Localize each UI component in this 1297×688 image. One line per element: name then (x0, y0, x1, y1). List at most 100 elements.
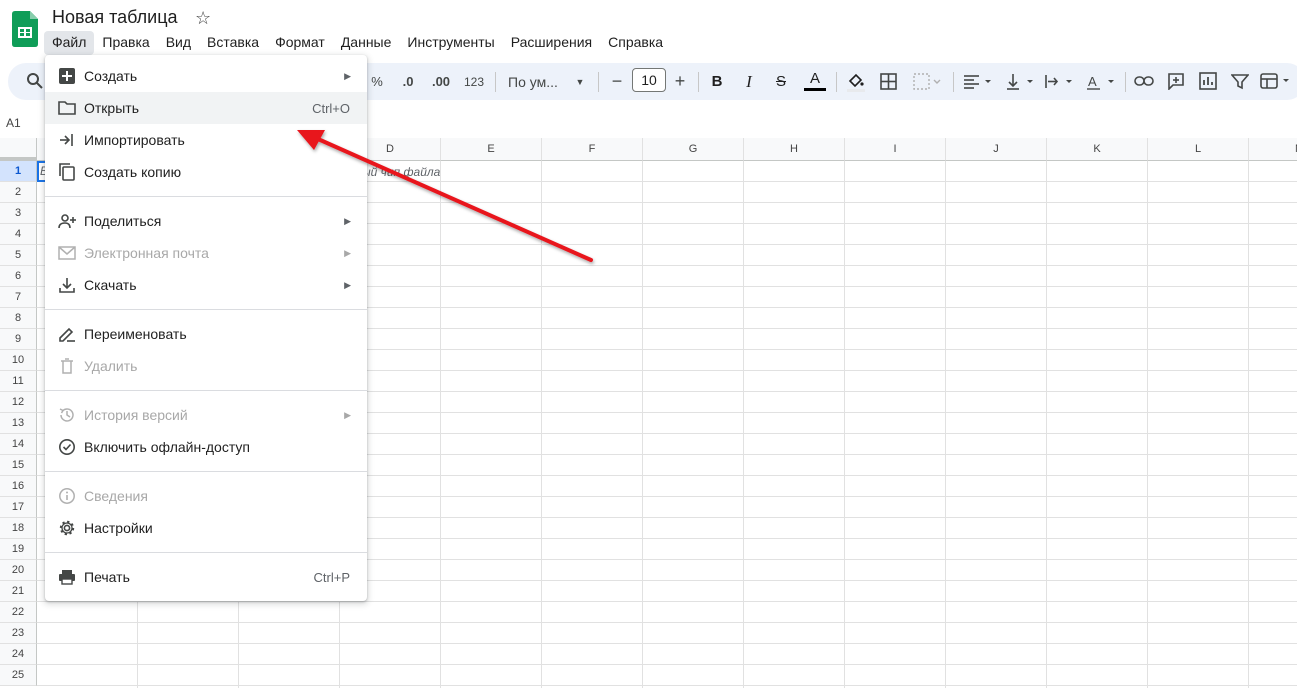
row-header[interactable]: 17 (0, 497, 37, 518)
menu-item-label: Импортировать (84, 132, 185, 148)
row-header[interactable]: 18 (0, 518, 37, 539)
menu-divider (45, 390, 367, 391)
align-horizontal-icon[interactable] (963, 73, 995, 90)
menu-extensions[interactable]: Расширения (503, 31, 600, 55)
column-header[interactable]: J (946, 138, 1047, 161)
row-header[interactable]: 22 (0, 602, 37, 623)
trash-icon (61, 358, 73, 374)
font-size-decrease-button[interactable]: − (609, 63, 625, 100)
column-header[interactable]: I (845, 138, 946, 161)
menu-item-rename[interactable]: Переименовать (45, 318, 367, 350)
document-title[interactable]: Новая таблица (52, 7, 178, 28)
insert-comment-icon[interactable] (1167, 72, 1185, 90)
borders-icon[interactable] (880, 73, 897, 90)
row-header[interactable]: 4 (0, 224, 37, 245)
menu-item-email[interactable]: Электронная почта ▶ (45, 237, 367, 269)
fill-color-icon[interactable] (846, 72, 866, 92)
menu-item-offline[interactable]: Включить офлайн-доступ (45, 431, 367, 463)
column-header[interactable]: E (441, 138, 542, 161)
strikethrough-button[interactable]: S (772, 63, 790, 100)
row-header[interactable]: 21 (0, 581, 37, 602)
row-header[interactable]: 5 (0, 245, 37, 266)
filter-icon[interactable] (1231, 73, 1249, 90)
text-color-swatch (804, 88, 826, 91)
sheets-logo-icon[interactable] (12, 11, 38, 47)
submenu-arrow-icon: ▶ (344, 409, 351, 420)
star-icon[interactable]: ☆ (195, 8, 211, 29)
name-box[interactable]: A1 (6, 116, 21, 130)
font-size-increase-button[interactable]: + (672, 63, 688, 100)
menu-item-version-history[interactable]: История версий ▶ (45, 399, 367, 431)
chevron-down-icon[interactable]: ▼ (574, 63, 586, 100)
menu-item-share[interactable]: Поделиться ▶ (45, 205, 367, 237)
column-header[interactable]: L (1148, 138, 1249, 161)
decrease-decimal-button[interactable]: .0 (396, 63, 420, 100)
menu-insert[interactable]: Вставка (199, 31, 267, 55)
menu-item-details[interactable]: Сведения (45, 480, 367, 512)
insert-link-icon[interactable] (1134, 74, 1154, 88)
row-header[interactable]: 3 (0, 203, 37, 224)
merge-cells-icon[interactable] (913, 73, 943, 90)
table-view-icon[interactable] (1260, 72, 1296, 90)
menu-item-print[interactable]: Печать Ctrl+P (45, 561, 367, 593)
menu-tools[interactable]: Инструменты (399, 31, 502, 55)
row-header[interactable]: 23 (0, 623, 37, 644)
menu-item-download[interactable]: Скачать ▶ (45, 269, 367, 301)
row-header[interactable]: 10 (0, 350, 37, 371)
menu-help[interactable]: Справка (600, 31, 671, 55)
text-color-button[interactable]: A (804, 63, 826, 100)
menu-item-make-copy[interactable]: Создать копию (45, 156, 367, 188)
row-header[interactable]: 1 (0, 161, 37, 182)
row-header[interactable]: 11 (0, 371, 37, 392)
menu-file[interactable]: Файл (44, 31, 95, 55)
menu-item-open[interactable]: Открыть Ctrl+O (45, 92, 367, 124)
align-vertical-icon[interactable] (1005, 73, 1037, 90)
row-header[interactable]: 8 (0, 308, 37, 329)
column-header[interactable]: H (744, 138, 845, 161)
column-header[interactable]: G (643, 138, 744, 161)
row-header[interactable]: 24 (0, 644, 37, 665)
column-header[interactable]: M (1249, 138, 1297, 161)
percent-format-button[interactable]: % (368, 63, 386, 100)
font-family-select[interactable]: По ум... (508, 63, 568, 100)
menu-edit[interactable]: Правка (94, 31, 157, 55)
menu-format[interactable]: Формат (267, 31, 333, 55)
column-header[interactable]: K (1047, 138, 1148, 161)
italic-button[interactable]: I (740, 63, 758, 100)
history-icon (59, 408, 74, 422)
row-header[interactable]: 16 (0, 476, 37, 497)
row-header[interactable]: 15 (0, 455, 37, 476)
menu-item-delete[interactable]: Удалить (45, 350, 367, 382)
font-size-input[interactable]: 10 (632, 68, 666, 92)
menu-item-label: Сведения (84, 488, 148, 504)
insert-chart-icon[interactable] (1199, 72, 1217, 90)
row-header[interactable]: 7 (0, 287, 37, 308)
toolbar-divider (598, 72, 599, 92)
menu-view[interactable]: Вид (158, 31, 199, 55)
row-header[interactable]: 2 (0, 182, 37, 203)
increase-decimal-button[interactable]: .00 (428, 63, 454, 100)
menu-item-settings[interactable]: Настройки (45, 512, 367, 544)
row-header[interactable]: 14 (0, 434, 37, 455)
column-header[interactable]: F (542, 138, 643, 161)
row-header[interactable]: 19 (0, 539, 37, 560)
menu-item-import[interactable]: Импортировать (45, 124, 367, 156)
menu-item-label: Поделиться (84, 213, 162, 229)
more-formats-button[interactable]: 123 (462, 63, 486, 100)
menu-item-label: Создать (84, 68, 138, 84)
select-all-corner[interactable] (0, 138, 37, 161)
menu-item-label: Открыть (84, 100, 139, 116)
row-header[interactable]: 12 (0, 392, 37, 413)
row-header[interactable]: 20 (0, 560, 37, 581)
download-icon (59, 278, 75, 293)
menu-item-create[interactable]: Создать ▶ (45, 60, 367, 92)
row-header[interactable]: 13 (0, 413, 37, 434)
row-header[interactable]: 9 (0, 329, 37, 350)
bold-button[interactable]: B (708, 63, 726, 100)
row-header[interactable]: 6 (0, 266, 37, 287)
text-rotation-icon[interactable]: A (1086, 73, 1118, 90)
search-icon[interactable] (26, 72, 44, 90)
menu-data[interactable]: Данные (333, 31, 400, 55)
row-header[interactable]: 25 (0, 665, 37, 686)
text-wrap-icon[interactable] (1044, 73, 1076, 90)
